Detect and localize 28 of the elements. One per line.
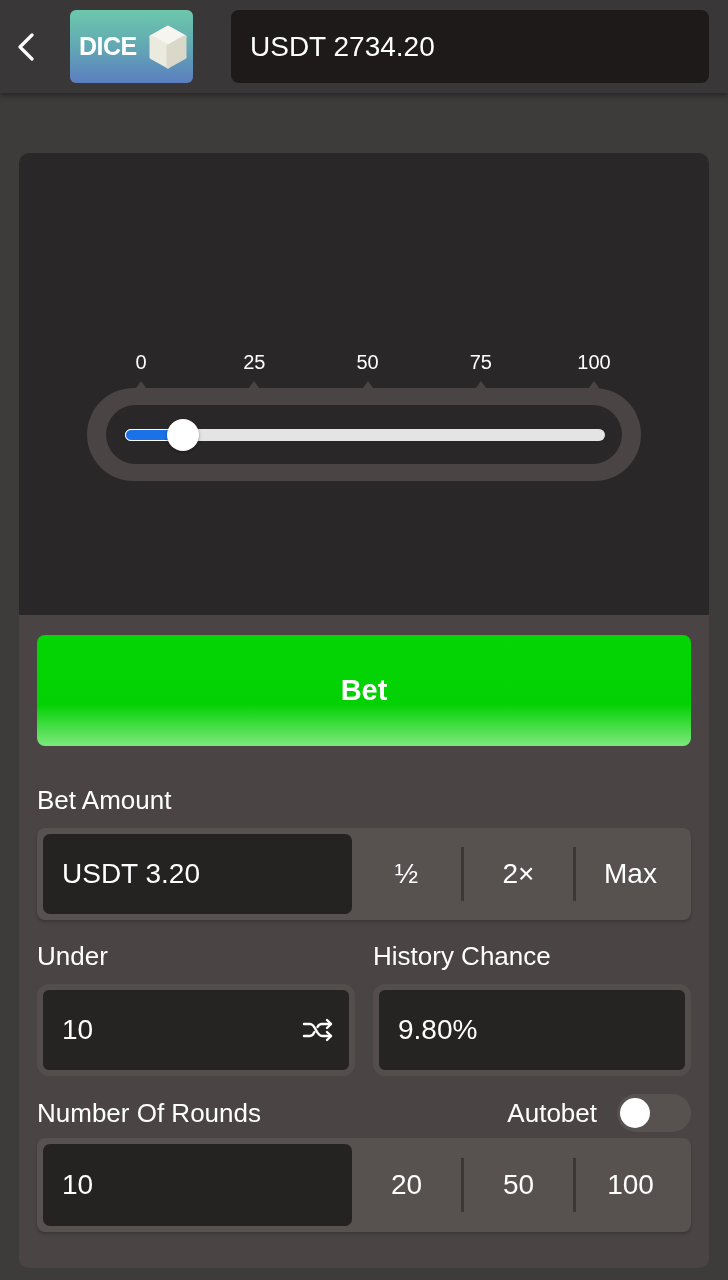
rounds-option[interactable]: 50 xyxy=(464,1144,573,1226)
slider-thumb[interactable] xyxy=(166,418,199,451)
tick-label: 50 xyxy=(356,351,379,373)
field-label: Bet Amount xyxy=(37,785,172,815)
balance-display: USDT 2734.20 xyxy=(231,10,709,83)
bet-amount-option[interactable]: 2× xyxy=(464,834,573,914)
toggle-label: Autobet xyxy=(507,1098,597,1128)
cube-icon xyxy=(148,23,188,70)
history-chance-field[interactable]: 9.80% xyxy=(373,984,691,1076)
tick-label: 0 xyxy=(135,351,147,373)
tick-label: 75 xyxy=(469,351,492,373)
bet-amount-field[interactable]: USDT 3.20 xyxy=(43,834,352,914)
shuffle-icon xyxy=(302,1017,334,1043)
logo-text: DICE xyxy=(79,34,137,59)
bet-amount-option[interactable]: ½ xyxy=(352,834,461,914)
autobet-toggle[interactable] xyxy=(617,1094,691,1132)
rounds-option[interactable]: 20 xyxy=(352,1144,461,1226)
tick-label: 100 xyxy=(577,351,611,373)
slider-track[interactable] xyxy=(125,418,605,451)
bet-amount-option[interactable]: Max xyxy=(576,834,685,914)
chevron-left-icon xyxy=(18,32,34,61)
tick-label: 25 xyxy=(243,351,266,373)
field-label: History Chance xyxy=(373,941,551,971)
rounds-field[interactable]: 10 xyxy=(43,1144,352,1226)
field-label: Number Of Rounds xyxy=(37,1098,261,1128)
under-field[interactable]: 10 xyxy=(37,984,355,1076)
field-label: Under xyxy=(37,941,108,971)
rounds-option[interactable]: 100 xyxy=(576,1144,685,1226)
